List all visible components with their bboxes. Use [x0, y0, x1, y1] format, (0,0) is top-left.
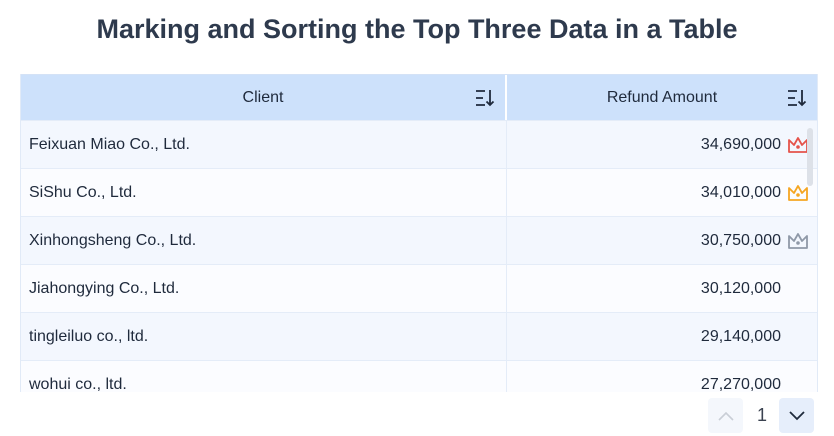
client-cell: Xinhongsheng Co., Ltd. [21, 217, 507, 264]
next-page-button[interactable] [779, 398, 814, 433]
table-row[interactable]: Jiahongying Co., Ltd. 30,120,000 [21, 265, 817, 313]
data-table: Client Refund Amount Feixuan Miao Co., L… [20, 74, 818, 392]
column-header-client[interactable]: Client [21, 75, 507, 120]
refund-amount-cell: 30,120,000 [700, 279, 781, 297]
client-cell: wohui co., ltd. [21, 361, 507, 392]
table-row[interactable]: Feixuan Miao Co., Ltd. 34,690,000 [21, 121, 817, 169]
refund-amount-cell: 30,750,000 [507, 217, 817, 264]
page-number: 1 [756, 405, 767, 425]
client-cell: Feixuan Miao Co., Ltd. [21, 121, 507, 168]
refund-amount-cell: 29,140,000 [700, 327, 781, 345]
refund-amount-cell: 34,010,000 [507, 169, 817, 216]
crown-icon [788, 233, 808, 249]
scrollbar[interactable] [807, 128, 813, 186]
refund-amount-cell: 34,690,000 [507, 121, 817, 168]
client-cell: SiShu Co., Ltd. [21, 169, 507, 216]
sort-icon[interactable] [787, 88, 807, 108]
chevron-down-icon [788, 410, 805, 420]
table-row[interactable]: tingleiluo co., ltd. 29,140,000 [21, 313, 817, 361]
table-row[interactable]: Xinhongsheng Co., Ltd. 30,750,000 [21, 217, 817, 265]
client-cell: Jiahongying Co., Ltd. [21, 265, 507, 312]
table-row[interactable]: SiShu Co., Ltd. 34,010,000 [21, 169, 817, 217]
client-cell: tingleiluo co., ltd. [21, 313, 507, 360]
crown-icon [788, 137, 808, 153]
page-title: Marking and Sorting the Top Three Data i… [96, 14, 738, 44]
sort-icon[interactable] [475, 88, 495, 108]
crown-icon [788, 185, 808, 201]
refund-amount-cell: 27,270,000 [700, 375, 781, 393]
chevron-up-icon [717, 411, 734, 421]
table-row[interactable]: wohui co., ltd. 27,270,000 [21, 361, 817, 392]
column-header-refund-amount[interactable]: Refund Amount [507, 75, 817, 120]
prev-page-button[interactable] [708, 398, 743, 433]
table-header: Client Refund Amount [21, 74, 817, 121]
